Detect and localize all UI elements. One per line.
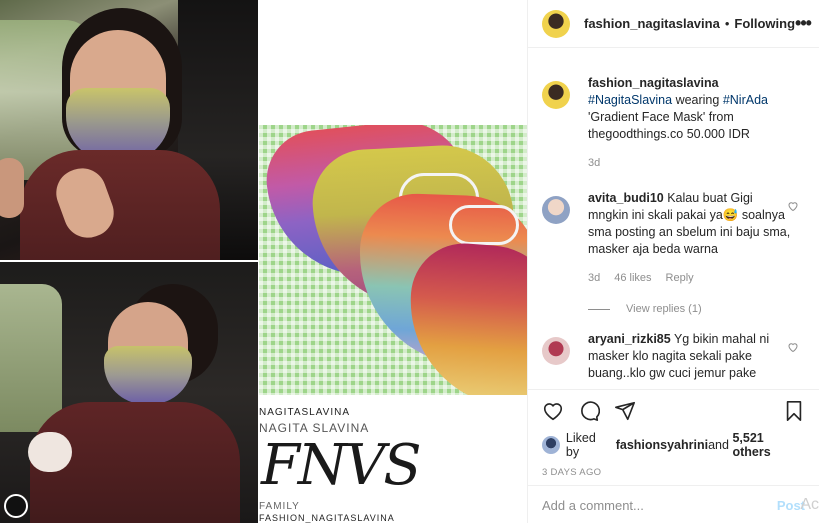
caption: fashion_nagitaslavina #NagitaSlavina wea… [542, 75, 805, 172]
share-icon[interactable] [614, 400, 636, 422]
heart-icon[interactable] [787, 341, 799, 353]
heart-icon[interactable] [542, 400, 564, 422]
comment-likes[interactable]: 46 likes [614, 270, 651, 287]
avatar[interactable] [542, 337, 570, 365]
replies-divider [588, 308, 610, 310]
post-age[interactable]: 3 DAYS AGO [528, 459, 819, 478]
instagram-logo-icon [4, 494, 28, 518]
header-username[interactable]: fashion_nagitaslavina [584, 16, 720, 31]
likes-prefix: Liked by [565, 431, 596, 459]
caption-time[interactable]: 3d [588, 155, 600, 172]
comment-icon[interactable] [578, 400, 600, 422]
comment-username[interactable]: avita_budi10 [588, 191, 664, 205]
comment-username[interactable]: aryani_rizki85 [588, 332, 671, 346]
avatar[interactable] [542, 196, 570, 224]
hashtag-link[interactable]: #NirAda [723, 93, 768, 107]
avatar[interactable] [542, 436, 560, 454]
likes-summary: Liked by fashionsyahrini and 5,521 other… [528, 422, 819, 459]
view-replies-button[interactable]: View replies (1) [588, 303, 805, 315]
separator-dot: • [724, 16, 730, 31]
following-button[interactable]: Following [734, 16, 795, 31]
comment-input[interactable] [542, 498, 777, 513]
photo-gradient-masks [259, 125, 527, 395]
reply-button[interactable]: Reply [666, 270, 694, 287]
list-item: aryani_rizki85 Yg bikin mahal ni masker … [542, 331, 805, 382]
fnvs-watermark: NAGITASLAVINA NAGITA SLAVINA FNVS FAMILY… [259, 395, 527, 523]
avatar[interactable] [542, 9, 570, 38]
comment-time[interactable]: 3d [588, 270, 600, 287]
avatar[interactable] [542, 81, 570, 109]
post-side-panel: fashion_nagitaslavina • Following ••• fa… [527, 0, 819, 523]
comments-list[interactable]: fashion_nagitaslavina #NagitaSlavina wea… [528, 55, 819, 389]
caption-text: 'Gradient Face Mask' from thegoodthings.… [588, 110, 750, 141]
post-actions: Liked by fashionsyahrini and 5,521 other… [528, 389, 819, 523]
photo-woman-in-car-bottom [0, 262, 258, 523]
bookmark-icon[interactable] [783, 400, 805, 422]
likes-middle: and [708, 438, 729, 452]
liker-username[interactable]: fashionsyahrini [616, 438, 708, 452]
likes-count-link[interactable]: 5,521 others [732, 431, 805, 459]
caption-username[interactable]: fashion_nagitaslavina [588, 76, 719, 90]
hashtag-link[interactable]: #NagitaSlavina [588, 93, 672, 107]
post-media[interactable]: NAGITASLAVINA NAGITA SLAVINA FNVS FAMILY… [0, 0, 527, 523]
comment-form: Post Ac [528, 485, 819, 523]
photo-woman-in-car-top [0, 0, 258, 260]
more-icon[interactable]: ••• [795, 13, 812, 34]
caption-text: wearing [672, 93, 723, 107]
overlay-text: Ac [800, 496, 819, 513]
list-item: avita_budi10 Kalau buat Gigi mngkin ini … [542, 190, 805, 287]
heart-icon[interactable] [787, 200, 799, 212]
post-header: fashion_nagitaslavina • Following ••• [528, 0, 819, 48]
view-replies-label: View replies (1) [626, 303, 702, 315]
